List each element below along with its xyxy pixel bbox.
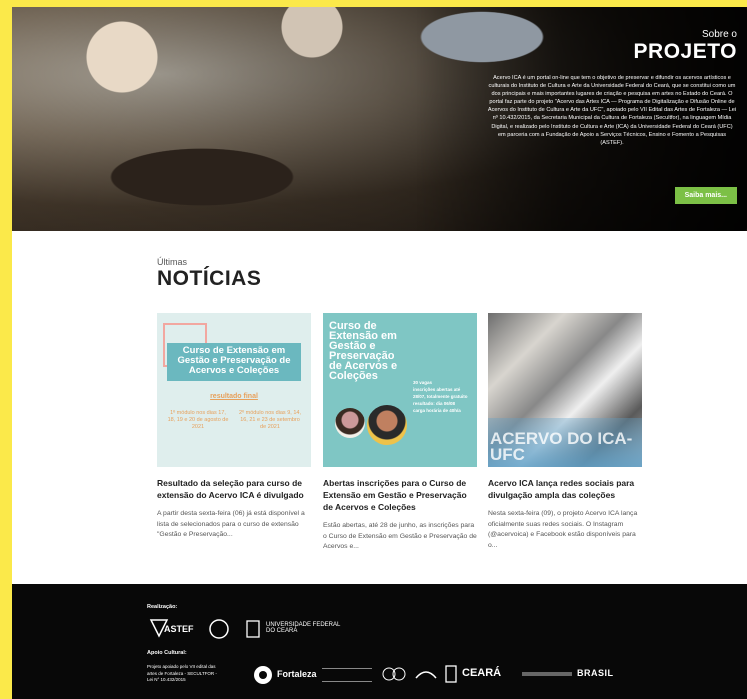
news-card-title[interactable]: Acervo ICA lança redes sociais para divu… — [488, 477, 642, 501]
brasil-logo: BRASIL — [577, 668, 614, 678]
news-subtitle: Últimas — [157, 257, 188, 267]
thumb-info-list: 30 vagas inscrições abertas até 28/07, t… — [413, 379, 473, 414]
news-card-2[interactable]: Curso de Extensão em Gestão e Preservaçã… — [323, 313, 477, 553]
thumb-heading: Curso de Extensão em Gestão e Preservaçã… — [329, 320, 398, 382]
hero-subtitle: Sobre o — [701, 29, 737, 40]
ministry-logo-icon — [522, 672, 572, 676]
sponsor-logo-icon — [415, 671, 437, 679]
hero-text: Sobre o PROJETO Acervo ICA é um portal o… — [487, 29, 737, 147]
news-card-title[interactable]: Abertas inscrições para o Curso de Exten… — [323, 477, 477, 513]
ceara-logo: CEARÁ — [462, 667, 502, 679]
secultfor-logo-icon — [322, 668, 372, 682]
hero-body: Acervo ICA é um portal on-line que tem o… — [487, 75, 737, 146]
saiba-mais-button[interactable]: Saiba mais... — [674, 187, 737, 204]
thumb-info-item: resultado: dia 06/08 — [413, 401, 456, 406]
thumb-info-item: 30 vagas — [413, 380, 433, 385]
ica-logo-icon — [209, 619, 229, 639]
news-card-3[interactable]: ACERVO DO ICA-UFC Acervo ICA lança redes… — [488, 313, 642, 551]
thumb-banner: Curso de Extensão em Gestão e Preservaçã… — [167, 343, 301, 381]
news-title: NOTÍCIAS — [157, 267, 262, 290]
thumb-info-item: carga horária de 40h/a — [413, 408, 461, 413]
ceara-crest-icon — [445, 665, 457, 683]
news-heading: Últimas NOTÍCIAS — [157, 257, 261, 291]
thumb-watermark: ACERVO DO ICA-UFC — [490, 429, 633, 464]
realizacao-label: Realização: — [147, 604, 178, 610]
news-card-title[interactable]: Resultado da seleção para curso de exten… — [157, 477, 311, 501]
hero-title: PROJETO — [633, 40, 737, 63]
thumb-module-2: 2º módulo nos dias 9, 14, 16, 21 e 23 de… — [239, 410, 301, 430]
fortaleza-logo: Fortaleza — [277, 669, 317, 679]
hero-section: Sobre o PROJETO Acervo ICA é um portal o… — [12, 7, 747, 231]
fortaleza-logo-icon — [254, 666, 272, 684]
apoio-label: Apoio Cultural: — [147, 650, 187, 656]
ufc-logo: UNIVERSIDADE FEDERAL DO CEARÁ — [266, 622, 341, 634]
avatar — [335, 408, 365, 438]
apoio-note: Projeto apoiado pelo VII edital das arte… — [147, 664, 217, 682]
ufc-crest-icon — [246, 620, 260, 638]
thumb-module-1: 1º módulo nos dias 17, 18, 19 e 20 de ag… — [167, 410, 229, 430]
avatar — [367, 405, 407, 445]
footer: Realização: ASTEF UNIVERSIDADE FEDERAL D… — [12, 584, 747, 699]
news-card-excerpt: A partir desta sexta-feira (06) já está … — [157, 510, 305, 538]
astef-logo: ASTEF — [164, 624, 194, 634]
news-thumb-1[interactable]: Curso de Extensão em Gestão e Preservaçã… — [157, 313, 311, 467]
sponsor-logo-icon — [382, 667, 406, 681]
news-thumb-3[interactable]: ACERVO DO ICA-UFC — [488, 313, 642, 467]
thumb-result: resultado final — [210, 393, 258, 400]
page-frame: Sobre o PROJETO Acervo ICA é um portal o… — [12, 7, 747, 699]
news-card-1[interactable]: Curso de Extensão em Gestão e Preservaçã… — [157, 313, 311, 541]
news-card-excerpt: Nesta sexta-feira (09), o projeto Acervo… — [488, 510, 638, 549]
news-thumb-2[interactable]: Curso de Extensão em Gestão e Preservaçã… — [323, 313, 477, 467]
news-card-excerpt: Estão abertas, até 28 de junho, as inscr… — [323, 522, 477, 550]
thumb-info-item: inscrições abertas até 28/07, totalmente… — [413, 387, 468, 399]
